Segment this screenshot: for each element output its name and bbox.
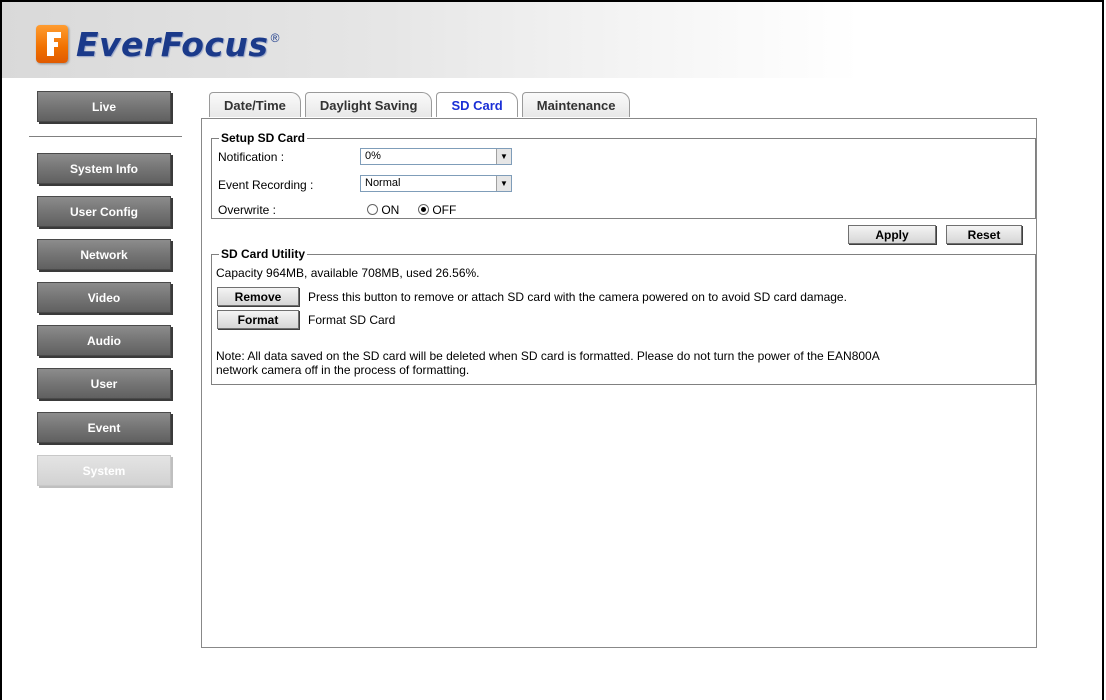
sidebar-item-event[interactable]: Event: [37, 412, 171, 443]
sidebar-item-video[interactable]: Video: [37, 282, 171, 313]
sidebar-item-user-config[interactable]: User Config: [37, 196, 171, 227]
sidebar-item-live[interactable]: Live: [37, 91, 171, 122]
sidebar-item-audio[interactable]: Audio: [37, 325, 171, 356]
sd-card-utility-legend: SD Card Utility: [221, 247, 306, 261]
overwrite-on-label: ON: [381, 203, 400, 217]
remove-description: Press this button to remove or attach SD…: [308, 290, 847, 304]
sidebar-item-system[interactable]: System: [37, 455, 171, 486]
chevron-down-icon: ▼: [496, 176, 511, 191]
overwrite-on-option[interactable]: ON: [367, 203, 399, 217]
tab-daylight-saving[interactable]: Daylight Saving: [304, 92, 433, 117]
apply-button[interactable]: Apply: [848, 225, 936, 244]
header-banner: EverFocus ®: [2, 2, 1102, 78]
format-note-line1: Note: All data saved on the SD card will…: [216, 349, 880, 363]
overwrite-label: Overwrite :: [218, 203, 277, 217]
brand-name: EverFocus: [76, 24, 269, 64]
event-recording-select[interactable]: Normal ▼: [360, 175, 512, 192]
sidebar-divider: [29, 136, 182, 138]
sidebar-item-network[interactable]: Network: [37, 239, 171, 270]
format-button[interactable]: Format: [217, 310, 299, 329]
remove-button[interactable]: Remove: [217, 287, 299, 306]
everfocus-logo-icon: [36, 25, 68, 63]
brand-logo: EverFocus ®: [36, 22, 279, 66]
radio-icon[interactable]: [367, 204, 378, 215]
capacity-text: Capacity 964MB, available 708MB, used 26…: [216, 266, 480, 280]
format-description: Format SD Card: [308, 313, 396, 327]
notification-select[interactable]: 0% ▼: [360, 148, 512, 165]
overwrite-off-option[interactable]: OFF: [418, 203, 456, 217]
registered-mark: ®: [270, 31, 280, 45]
event-recording-label: Event Recording :: [218, 178, 314, 192]
setup-sd-card-group: Setup SD Card: [211, 131, 1036, 219]
reset-button[interactable]: Reset: [946, 225, 1022, 244]
sidebar-item-user[interactable]: User: [37, 368, 171, 399]
notification-label: Notification :: [218, 150, 285, 164]
chevron-down-icon: ▼: [496, 149, 511, 164]
setup-sd-card-legend: Setup SD Card: [221, 131, 306, 145]
tab-sd-card[interactable]: SD Card: [436, 92, 518, 117]
format-note-line2: network camera off in the process of for…: [216, 363, 470, 377]
notification-value: 0%: [365, 150, 381, 162]
content-panel: Setup SD Card Notification : 0% ▼ Event …: [201, 118, 1037, 648]
sidebar-item-system-info[interactable]: System Info: [37, 153, 171, 184]
event-recording-value: Normal: [365, 177, 401, 189]
tab-date-time[interactable]: Date/Time: [209, 92, 301, 117]
overwrite-off-label: OFF: [432, 203, 457, 217]
settings-tabs: Date/Time Daylight Saving SD Card Mainte…: [209, 92, 634, 117]
tab-maintenance[interactable]: Maintenance: [521, 92, 631, 117]
radio-selected-icon[interactable]: [418, 204, 429, 215]
